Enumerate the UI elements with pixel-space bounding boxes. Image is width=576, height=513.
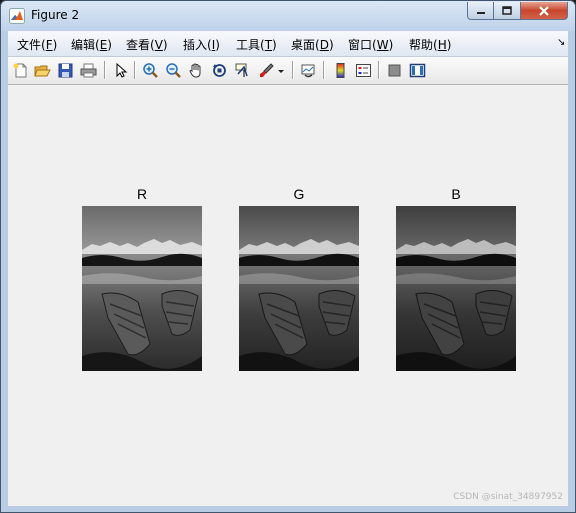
matlab-icon bbox=[9, 8, 25, 24]
boats-image-blue-channel bbox=[396, 206, 516, 371]
menu-tools[interactable]: 工具(T) bbox=[236, 36, 277, 53]
data-cursor-icon[interactable] bbox=[232, 60, 252, 80]
axes-title-g: G bbox=[293, 186, 305, 202]
axes-g-image bbox=[239, 206, 359, 371]
pan-hand-icon[interactable] bbox=[186, 60, 206, 80]
menu-window[interactable]: 窗口(W) bbox=[348, 36, 393, 53]
axes-b-image bbox=[396, 206, 516, 371]
axes-r-image bbox=[82, 206, 202, 371]
menu-insert[interactable]: 插入(I) bbox=[183, 36, 220, 53]
legend-icon[interactable] bbox=[353, 60, 373, 80]
menu-edit[interactable]: 编辑(E) bbox=[71, 36, 112, 53]
title-bar[interactable]: Figure 2 bbox=[1, 1, 575, 31]
window-title: Figure 2 bbox=[31, 8, 80, 22]
print-icon[interactable] bbox=[78, 60, 98, 80]
menu-bar: 文件(F) 编辑(E) 查看(V) 插入(I) 工具(T) 桌面(D) 窗口(W… bbox=[8, 31, 568, 57]
figure-canvas: R G B CSDN @sinat_34897952 bbox=[8, 85, 568, 506]
pointer-icon[interactable] bbox=[110, 60, 130, 80]
minimize-button[interactable] bbox=[467, 2, 494, 20]
toolbar-separator bbox=[292, 61, 294, 79]
chevron-down-icon[interactable]: ↘ bbox=[557, 37, 565, 48]
hide-plot-tools-icon[interactable] bbox=[384, 60, 404, 80]
toolbar-separator bbox=[378, 61, 380, 79]
menu-view[interactable]: 查看(V) bbox=[126, 36, 168, 53]
maximize-icon bbox=[502, 5, 512, 15]
menu-help[interactable]: 帮助(H) bbox=[409, 36, 451, 53]
boats-image-red-channel bbox=[82, 206, 202, 371]
close-button[interactable] bbox=[521, 2, 568, 20]
minimize-icon bbox=[476, 11, 485, 14]
open-icon[interactable] bbox=[32, 60, 52, 80]
figure-toolbar bbox=[8, 57, 568, 85]
colorbar-icon[interactable] bbox=[330, 60, 350, 80]
menu-file[interactable]: 文件(F) bbox=[17, 36, 57, 53]
zoom-out-icon[interactable] bbox=[163, 60, 183, 80]
toolbar-separator bbox=[323, 61, 325, 79]
axes-title-r: R bbox=[136, 186, 148, 202]
boats-image-green-channel bbox=[239, 206, 359, 371]
maximize-button[interactable] bbox=[494, 2, 521, 20]
link-plot-icon[interactable] bbox=[298, 60, 318, 80]
brush-dropdown-icon[interactable] bbox=[276, 60, 286, 80]
rotate-3d-icon[interactable] bbox=[209, 60, 229, 80]
watermark: CSDN @sinat_34897952 bbox=[453, 492, 563, 502]
brush-icon[interactable] bbox=[256, 60, 276, 80]
menu-desktop[interactable]: 桌面(D) bbox=[291, 36, 334, 53]
axes-title-b: B bbox=[451, 186, 461, 202]
new-figure-icon[interactable] bbox=[10, 60, 30, 80]
toolbar-separator bbox=[134, 61, 136, 79]
figure-window: Figure 2 文件(F) 编辑(E) 查看(V) 插入(I) 工具(T) 桌… bbox=[0, 0, 576, 513]
save-icon[interactable] bbox=[55, 60, 75, 80]
show-plot-tools-icon[interactable] bbox=[407, 60, 427, 80]
zoom-in-icon[interactable] bbox=[140, 60, 160, 80]
toolbar-separator bbox=[104, 61, 106, 79]
close-icon bbox=[539, 5, 549, 16]
